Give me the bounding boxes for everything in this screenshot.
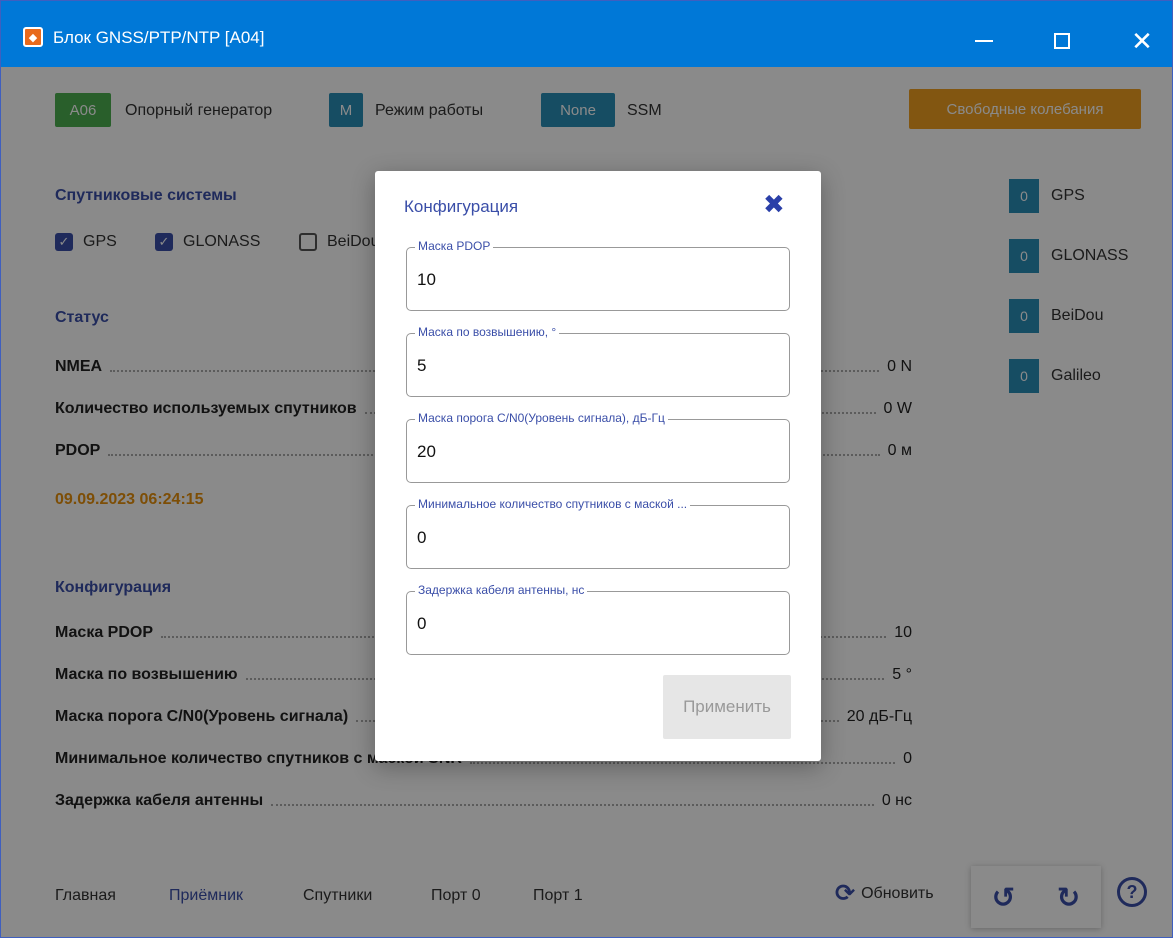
minimize-icon	[975, 40, 993, 42]
window-close-button[interactable]: ✕	[1114, 19, 1170, 63]
cn0-mask-field[interactable]: Маска порога C/N0(Уровень сигнала), дБ-Г…	[406, 411, 790, 483]
field-label: Маска порога C/N0(Уровень сигнала), дБ-Г…	[415, 411, 668, 425]
configuration-dialog: Конфигурация ✖ Маска PDOP Маска по возвы…	[375, 171, 821, 761]
dialog-close-icon[interactable]: ✖	[763, 189, 785, 220]
elevation-mask-input[interactable]	[417, 356, 777, 376]
field-label: Маска PDOP	[415, 239, 494, 253]
field-label: Маска по возвышению, °	[415, 325, 560, 339]
pdop-mask-input[interactable]	[417, 270, 777, 290]
pdop-mask-field[interactable]: Маска PDOP	[406, 239, 790, 311]
app-window: ◆ Блок GNSS/PTP/NTP [A04] ✕ A06 Опорный …	[0, 0, 1173, 938]
min-satellites-field[interactable]: Минимальное количество спутников с маско…	[406, 497, 790, 569]
apply-button[interactable]: Применить	[663, 675, 791, 739]
elevation-mask-field[interactable]: Маска по возвышению, °	[406, 325, 790, 397]
field-label: Задержка кабеля антенны, нс	[415, 583, 588, 597]
cn0-mask-input[interactable]	[417, 442, 777, 462]
title-bar[interactable]: ◆ Блок GNSS/PTP/NTP [A04] ✕	[1, 1, 1172, 67]
field-label: Минимальное количество спутников с маско…	[415, 497, 691, 511]
dialog-title: Конфигурация	[404, 197, 519, 216]
window-title: Блок GNSS/PTP/NTP [A04]	[53, 28, 265, 47]
cable-delay-input[interactable]	[417, 614, 777, 634]
minimize-button[interactable]	[956, 19, 1012, 63]
min-satellites-input[interactable]	[417, 528, 777, 548]
maximize-icon	[1054, 33, 1070, 49]
app-logo-icon: ◆	[23, 27, 43, 47]
maximize-button[interactable]	[1034, 19, 1090, 63]
cable-delay-field[interactable]: Задержка кабеля антенны, нс	[406, 583, 790, 655]
